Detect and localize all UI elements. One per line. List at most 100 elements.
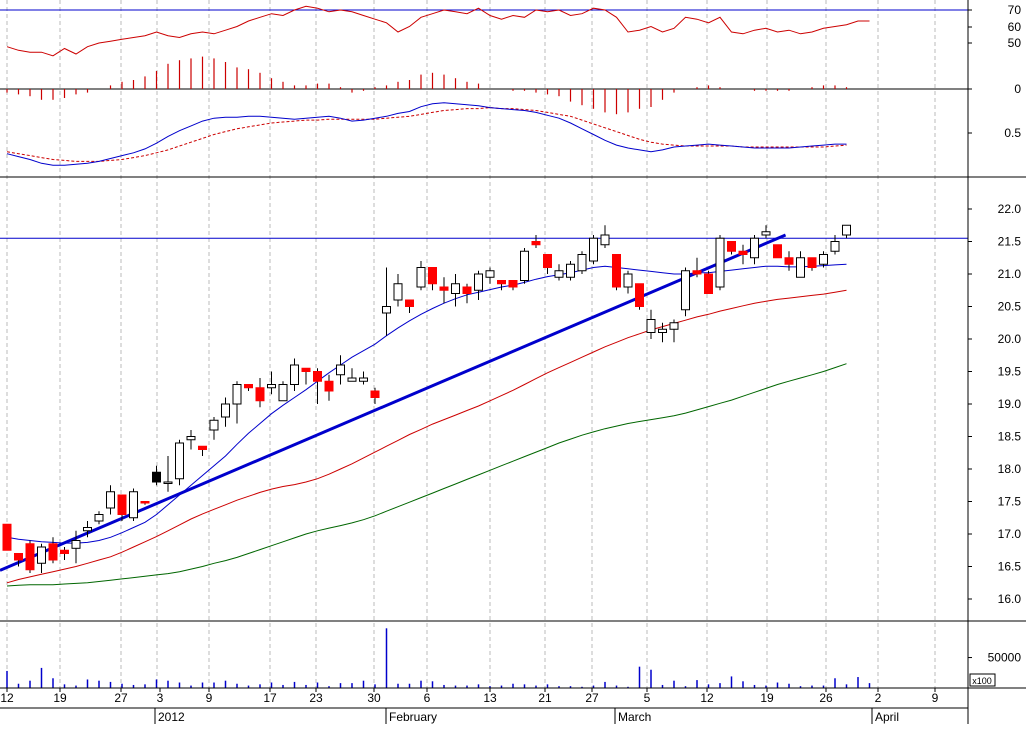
candle-body (71, 540, 81, 549)
month-label: February (389, 710, 437, 724)
candle-body (163, 481, 173, 484)
candle-body (566, 263, 575, 278)
stock-chart: 70 60 50 0 0.5 16.0 16.5 17.0 17.5 18.0 18.5 19.0… (0, 0, 1026, 724)
candle-body (750, 237, 759, 259)
candle-body (14, 553, 23, 561)
candle-body (301, 367, 311, 372)
day-tick-label: 26 (819, 691, 833, 705)
candle (175, 439, 184, 486)
candle-body (623, 273, 633, 288)
day-tick-label: 12 (700, 691, 714, 705)
candle-body (106, 491, 115, 509)
day-tick-label: 6 (424, 691, 431, 705)
candle-body (485, 270, 495, 278)
candle-body (140, 501, 150, 504)
candle-body (313, 371, 322, 382)
day-tick-label: 27 (114, 691, 128, 705)
candle-body (807, 257, 817, 268)
volume-tick-label: 50000 (988, 651, 1022, 665)
candle-body (692, 270, 702, 275)
candle-body (497, 280, 506, 285)
candle (520, 248, 529, 284)
candle-body (37, 546, 46, 564)
day-tick-label: 19 (53, 691, 67, 705)
day-tick-label: 23 (309, 691, 323, 705)
candle (612, 254, 621, 291)
rsi-tick-label: 50 (1008, 36, 1022, 50)
candle-body (221, 403, 230, 418)
candle-body (784, 257, 794, 265)
day-tick-label: 3 (157, 691, 164, 705)
candle-body (738, 250, 748, 255)
candle (635, 283, 644, 310)
candle-body (359, 377, 368, 382)
candle-body (543, 254, 552, 268)
candle-body (347, 377, 357, 382)
day-tick-label: 17 (263, 691, 277, 705)
candle-body (508, 280, 518, 288)
candle-body (462, 286, 472, 294)
price-tick-label: 16.0 (998, 592, 1022, 606)
candle-body (405, 299, 414, 307)
candle-body (727, 241, 736, 252)
candle-body (669, 322, 679, 330)
candle-body (554, 270, 564, 278)
day-tick-label: 19 (760, 691, 774, 705)
candle-body (382, 306, 391, 314)
candle-body (290, 364, 299, 385)
candle-body (152, 471, 161, 483)
price-tick-label: 16.5 (998, 560, 1022, 574)
month-label: 2012 (158, 710, 185, 724)
candle-body (370, 390, 380, 398)
candle (129, 488, 138, 521)
candle-body (117, 494, 127, 515)
month-label: March (618, 710, 651, 724)
candle-body (589, 237, 598, 262)
candle (681, 267, 690, 317)
candle-body (244, 384, 253, 389)
candle-body (451, 283, 460, 294)
chart-canvas: 70 60 50 0 0.5 16.0 16.5 17.0 17.5 18.0 18.5 19.0… (0, 0, 1026, 724)
candle-body (520, 250, 529, 281)
candle (577, 251, 587, 274)
candle-body (94, 514, 104, 522)
day-tick-label: 21 (538, 691, 552, 705)
price-tick-label: 19.0 (998, 397, 1022, 411)
price-tick-label: 19.5 (998, 365, 1022, 379)
candle-body (336, 364, 345, 376)
candle-body (267, 384, 276, 389)
candle (278, 381, 288, 402)
month-label: April (875, 710, 899, 724)
rsi-tick-label: 60 (1008, 20, 1022, 34)
candle-body (704, 273, 713, 294)
candle (773, 244, 782, 259)
candle (704, 270, 713, 294)
candle-body (209, 419, 219, 431)
candle-body (2, 523, 12, 551)
day-tick-label: 2 (875, 691, 882, 705)
candle-body (25, 543, 35, 571)
candle (2, 523, 12, 551)
day-tick-label: 9 (206, 691, 213, 705)
candle-body (198, 445, 207, 450)
day-tick-label: 13 (483, 691, 497, 705)
candle-body (715, 237, 725, 288)
candle-body (577, 254, 587, 272)
candle-body (773, 244, 782, 259)
day-tick-label: 30 (367, 691, 381, 705)
candle-body (278, 384, 288, 402)
candle-body (819, 254, 828, 265)
price-tick-label: 18.5 (998, 430, 1022, 444)
candle-body (428, 267, 437, 285)
candle-body (531, 241, 541, 246)
candle-body (658, 328, 667, 333)
candle-body (255, 387, 265, 402)
candle-body (48, 543, 58, 561)
rsi-tick-label: 70 (1008, 3, 1022, 17)
macd-tick-label: 0.5 (1004, 126, 1021, 140)
price-tick-label: 17.5 (998, 495, 1022, 509)
candle (25, 540, 35, 573)
candle (715, 235, 725, 291)
candle-body (681, 270, 690, 311)
candle-body (393, 283, 403, 301)
